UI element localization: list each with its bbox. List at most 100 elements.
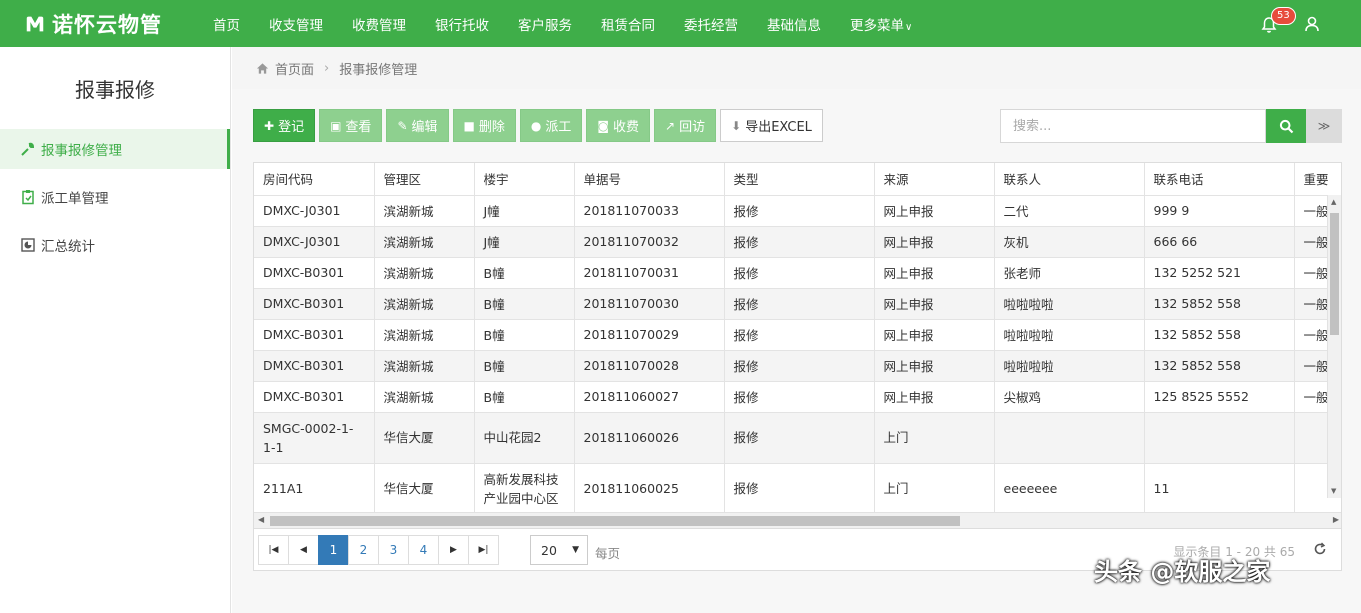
table-row[interactable]: DMXC-B0301 滨湖新城 B幢 201811060027 报修 网上申报 尖椒鸡 125…: [254, 381, 1341, 413]
nav-item-customer[interactable]: 客户服务: [518, 14, 572, 34]
column-header[interactable]: 来源: [874, 163, 995, 196]
table-cell: 啦啦啦啦: [994, 319, 1145, 351]
column-header[interactable]: 管理区: [374, 163, 475, 196]
table-cell: 201811070028: [574, 350, 725, 382]
last-page-button[interactable]: ▶|: [468, 535, 499, 565]
nav-item-entrust[interactable]: 委托经营: [684, 14, 738, 34]
vertical-scroll-thumb[interactable]: [1330, 213, 1339, 335]
register-label: 登记: [278, 120, 305, 135]
dispatch-button[interactable]: ● 派工: [519, 109, 583, 142]
table-cell: 201811070030: [574, 288, 725, 320]
table-cell: 滨湖新城: [374, 288, 475, 320]
sidebar-item-label: 派工单管理: [41, 191, 109, 207]
page-button-1[interactable]: 1: [318, 535, 349, 565]
table-row[interactable]: DMXC-B0301 滨湖新城 B幢 201811070028 报修 网上申报 啦啦啦啦 13…: [254, 350, 1341, 382]
table-cell: eeeeeee: [994, 463, 1145, 515]
breadcrumb-home[interactable]: 首页面: [275, 59, 314, 78]
next-page-icon: ▶: [450, 545, 457, 555]
scroll-right-icon[interactable]: ▶: [1333, 515, 1339, 524]
prev-page-icon: ◀: [300, 545, 307, 555]
search-box: ≫: [1000, 109, 1342, 143]
repair-table: 房间代码 管理区 楼宇 单据号 类型 来源 联系人 联系电话 重要 DMXC-J0301 滨湖新城…: [254, 163, 1341, 515]
scroll-down-icon[interactable]: ▼: [1331, 487, 1336, 495]
column-header[interactable]: 类型: [724, 163, 875, 196]
nav-item-lease[interactable]: 租赁合同: [601, 14, 655, 34]
table-cell: B幢: [474, 350, 575, 382]
per-page-label: 每页: [595, 546, 621, 561]
sidebar-item-summary-stats[interactable]: 汇总统计: [0, 225, 230, 265]
column-header[interactable]: 单据号: [574, 163, 725, 196]
revisit-button[interactable]: ↗ 回访: [654, 109, 717, 142]
horizontal-scroll-thumb[interactable]: [270, 516, 960, 526]
charge-button[interactable]: ◙ 收费: [586, 109, 651, 142]
advanced-search-toggle[interactable]: ≫: [1306, 109, 1342, 143]
column-header[interactable]: 重要: [1294, 163, 1341, 196]
search-button[interactable]: [1266, 109, 1306, 143]
data-table: 房间代码 管理区 楼宇 单据号 类型 来源 联系人 联系电话 重要 DMXC-J0301 滨湖新城…: [253, 162, 1342, 529]
nav-item-bank[interactable]: 银行托收: [435, 14, 489, 34]
scroll-left-icon[interactable]: ◀: [258, 515, 264, 524]
page-button-3[interactable]: 3: [378, 535, 409, 565]
delete-button[interactable]: ■ 删除: [452, 109, 516, 142]
watermark: 头条 @软服之家: [1094, 558, 1271, 586]
refresh-icon[interactable]: [1313, 542, 1327, 556]
m-logo-icon: [26, 16, 44, 31]
table-cell: 高新发展科技产业园中心区: [474, 463, 575, 515]
notification-button[interactable]: 53: [1261, 6, 1296, 35]
table-cell: 网上申报: [874, 195, 995, 227]
sidebar-item-label: 汇总统计: [41, 239, 95, 255]
edit-button[interactable]: ✎ 编辑: [386, 109, 449, 142]
export-excel-button[interactable]: ⬇ 导出EXCEL: [720, 109, 823, 142]
register-button[interactable]: ✚ 登记: [253, 109, 316, 142]
column-header[interactable]: 联系人: [994, 163, 1145, 196]
table-cell: 华信大厦: [374, 463, 475, 515]
table-cell: DMXC-B0301: [254, 288, 375, 320]
nav-item-more[interactable]: 更多菜单∨: [850, 14, 912, 34]
table-row[interactable]: DMXC-J0301 滨湖新城 J幢 201811070032 报修 网上申报 灰机 666 …: [254, 226, 1341, 258]
table-row[interactable]: 211A1 华信大厦 高新发展科技产业园中心区 201811060025 报修 上门 eee…: [254, 463, 1341, 515]
vertical-scrollbar[interactable]: ▲ ▼: [1327, 195, 1341, 498]
table-cell: B幢: [474, 288, 575, 320]
table-cell: 211A1: [254, 463, 375, 515]
table-cell: 11: [1144, 463, 1295, 515]
next-page-button[interactable]: ▶: [438, 535, 469, 565]
table-row[interactable]: DMXC-B0301 滨湖新城 B幢 201811070029 报修 网上申报 啦啦啦啦 13…: [254, 319, 1341, 351]
page-button-4[interactable]: 4: [408, 535, 439, 565]
table-cell: 999 9: [1144, 195, 1295, 227]
first-page-button[interactable]: |◀: [258, 535, 289, 565]
column-header[interactable]: 房间代码: [254, 163, 375, 196]
table-cell: 报修: [724, 288, 875, 320]
last-page-icon: ▶|: [478, 545, 489, 555]
sidebar: 报事报修 报事报修管理 派工单管理 汇总统计: [0, 47, 231, 613]
table-cell: 张老师: [994, 257, 1145, 289]
prev-page-button[interactable]: ◀: [288, 535, 319, 565]
sidebar-item-dispatch-orders[interactable]: 派工单管理: [0, 177, 230, 217]
table-cell: 上门: [874, 463, 995, 515]
table-row[interactable]: DMXC-J0301 滨湖新城 J幢 201811070033 报修 网上申报 二代 999 …: [254, 195, 1341, 227]
nav-item-fee[interactable]: 收费管理: [352, 14, 406, 34]
search-input[interactable]: [1000, 109, 1266, 143]
user-icon[interactable]: [1303, 15, 1321, 33]
table-cell: DMXC-B0301: [254, 381, 375, 413]
table-row[interactable]: DMXC-B0301 滨湖新城 B幢 201811070031 报修 网上申报 张老师 132…: [254, 257, 1341, 289]
horizontal-scrollbar[interactable]: ◀ ▶: [254, 512, 1341, 528]
table-cell: 网上申报: [874, 381, 995, 413]
sidebar-item-repair-management[interactable]: 报事报修管理: [0, 129, 230, 169]
table-row[interactable]: SMGC-0002-1-1-1 华信大厦 中山花园2 201811060026 报修 上门: [254, 412, 1341, 464]
table-row[interactable]: DMXC-B0301 滨湖新城 B幢 201811070030 报修 网上申报 啦啦啦啦 13…: [254, 288, 1341, 320]
page-button-2[interactable]: 2: [348, 535, 379, 565]
brand[interactable]: 诺怀云物管: [0, 9, 213, 39]
view-button[interactable]: ▣ 查看: [319, 109, 383, 142]
page-size-select[interactable]: 20 ▼: [530, 535, 588, 565]
table-cell: 201811070032: [574, 226, 725, 258]
table-cell: 132 5852 558: [1144, 319, 1295, 351]
download-icon: ⬇: [731, 118, 742, 133]
charge-label: 收费: [613, 120, 640, 135]
nav-item-basic[interactable]: 基础信息: [767, 14, 821, 34]
nav-item-home[interactable]: 首页: [213, 14, 240, 34]
scroll-up-icon[interactable]: ▲: [1331, 198, 1336, 206]
nav-item-income-expense[interactable]: 收支管理: [269, 14, 323, 34]
column-header[interactable]: 联系电话: [1144, 163, 1295, 196]
column-header[interactable]: 楼宇: [474, 163, 575, 196]
sidebar-title: 报事报修: [75, 77, 155, 102]
